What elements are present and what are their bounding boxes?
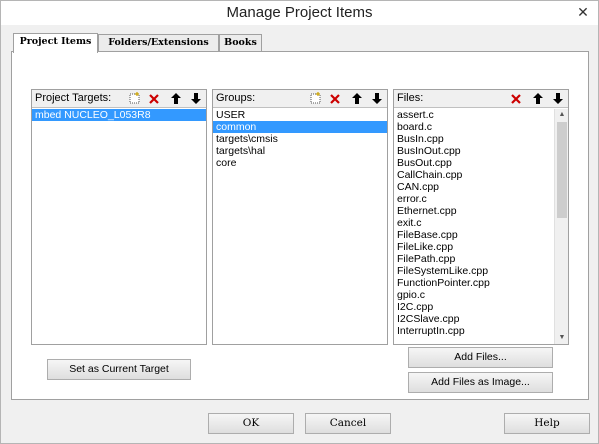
- scroll-down-arrow-icon[interactable]: ▼: [555, 332, 569, 344]
- list-item-label: USER: [216, 109, 246, 121]
- close-icon[interactable]: ✕: [573, 3, 593, 21]
- list-item[interactable]: CallChain.cpp: [394, 169, 554, 181]
- list-item[interactable]: FilePath.cpp: [394, 253, 554, 265]
- list-item-label: gpio.c: [397, 289, 426, 301]
- files-panel: Files: assert.c board.c BusIn.cpp BusInO…: [393, 89, 569, 345]
- files-list: assert.c board.c BusIn.cpp BusInOut.cpp …: [394, 109, 554, 344]
- list-item-label: FileSystemLike.cpp: [397, 265, 489, 277]
- list-item[interactable]: FileBase.cpp: [394, 229, 554, 241]
- move-down-icon[interactable]: [550, 91, 566, 106]
- delete-icon[interactable]: [508, 91, 524, 106]
- list-item-label: BusOut.cpp: [397, 157, 452, 169]
- set-as-current-target-button[interactable]: Set as Current Target: [47, 359, 191, 380]
- list-item[interactable]: targets\hal: [213, 145, 387, 157]
- project-targets-label: Project Targets:: [35, 92, 112, 104]
- title-bar: Manage Project Items ✕: [1, 1, 598, 25]
- list-item[interactable]: BusIn.cpp: [394, 133, 554, 145]
- list-item[interactable]: board.c: [394, 121, 554, 133]
- list-item[interactable]: I2C.cpp: [394, 301, 554, 313]
- list-item[interactable]: mbed NUCLEO_L053R8: [32, 109, 206, 121]
- project-targets-panel: Project Targets: mbed NUCLEO_L053R8: [31, 89, 207, 345]
- list-item-label: BusInOut.cpp: [397, 145, 461, 157]
- move-up-icon[interactable]: [530, 91, 546, 106]
- groups-list: USER common targets\cmsis targets\hal co…: [213, 109, 387, 344]
- project-targets-header: Project Targets:: [32, 90, 206, 108]
- list-item-label: assert.c: [397, 109, 434, 121]
- files-header: Files:: [394, 90, 568, 108]
- list-item-label: CAN.cpp: [397, 181, 440, 193]
- list-item-label: BusIn.cpp: [397, 133, 444, 145]
- delete-icon[interactable]: [327, 91, 343, 106]
- list-item[interactable]: BusInOut.cpp: [394, 145, 554, 157]
- list-item-label: FileBase.cpp: [397, 229, 458, 241]
- tab-label: Project Items: [19, 36, 92, 47]
- groups-header: Groups:: [213, 90, 387, 108]
- list-item-label: exit.c: [397, 217, 422, 229]
- list-item-label: mbed NUCLEO_L053R8: [35, 109, 151, 121]
- scroll-up-arrow-icon[interactable]: ▲: [555, 109, 569, 121]
- list-item[interactable]: InterruptIn.cpp: [394, 325, 554, 337]
- list-item-label: common: [216, 121, 257, 133]
- list-item[interactable]: FileSystemLike.cpp: [394, 265, 554, 277]
- list-item-label: FileLike.cpp: [397, 241, 454, 253]
- list-item[interactable]: targets\cmsis: [213, 133, 387, 145]
- list-item[interactable]: CAN.cpp: [394, 181, 554, 193]
- project-targets-list: mbed NUCLEO_L053R8: [32, 109, 206, 344]
- scrollbar-thumb[interactable]: [557, 122, 567, 218]
- list-item-label: FunctionPointer.cpp: [397, 277, 490, 289]
- move-down-icon[interactable]: [369, 91, 385, 106]
- window-title: Manage Project Items: [226, 4, 373, 21]
- list-item-label: targets\hal: [216, 145, 266, 157]
- list-item-label: error.c: [397, 193, 427, 205]
- list-item-label: Ethernet.cpp: [397, 205, 457, 217]
- list-item[interactable]: assert.c: [394, 109, 554, 121]
- delete-icon[interactable]: [146, 91, 162, 106]
- move-up-icon[interactable]: [168, 91, 184, 106]
- list-item-label: I2CSlave.cpp: [397, 313, 460, 325]
- list-item[interactable]: error.c: [394, 193, 554, 205]
- move-down-icon[interactable]: [188, 91, 204, 106]
- add-files-button[interactable]: Add Files...: [408, 347, 553, 368]
- help-button[interactable]: Help: [504, 413, 590, 434]
- list-item[interactable]: BusOut.cpp: [394, 157, 554, 169]
- tab-books[interactable]: Books: [219, 34, 262, 51]
- list-item-label: I2C.cpp: [397, 301, 434, 313]
- list-item[interactable]: FileLike.cpp: [394, 241, 554, 253]
- tab-project-items[interactable]: Project Items: [13, 33, 98, 53]
- manage-project-items-dialog: Manage Project Items ✕ Project Items Fol…: [0, 0, 599, 444]
- add-files-as-image-button[interactable]: Add Files as Image...: [408, 372, 553, 393]
- list-item[interactable]: core: [213, 157, 387, 169]
- groups-label: Groups:: [216, 92, 256, 104]
- files-label: Files:: [397, 92, 424, 104]
- list-item-label: core: [216, 157, 237, 169]
- list-item-label: board.c: [397, 121, 433, 133]
- files-scrollbar[interactable]: ▲ ▼: [554, 109, 568, 344]
- tab-label: Folders/Extensions: [108, 37, 209, 48]
- list-item[interactable]: common: [213, 121, 387, 133]
- list-item[interactable]: Ethernet.cpp: [394, 205, 554, 217]
- list-item-label: InterruptIn.cpp: [397, 325, 465, 337]
- list-item[interactable]: exit.c: [394, 217, 554, 229]
- list-item-label: CallChain.cpp: [397, 169, 463, 181]
- list-item-label: targets\cmsis: [216, 133, 278, 145]
- ok-button[interactable]: OK: [208, 413, 294, 434]
- list-item[interactable]: USER: [213, 109, 387, 121]
- groups-panel: Groups: USER common targets\cmsis target…: [212, 89, 388, 345]
- tab-label: Books: [224, 37, 257, 48]
- new-item-icon[interactable]: [307, 91, 323, 106]
- move-up-icon[interactable]: [349, 91, 365, 106]
- list-item[interactable]: FunctionPointer.cpp: [394, 277, 554, 289]
- list-item-label: FilePath.cpp: [397, 253, 456, 265]
- new-item-icon[interactable]: [126, 91, 142, 106]
- list-item[interactable]: I2CSlave.cpp: [394, 313, 554, 325]
- cancel-button[interactable]: Cancel: [305, 413, 391, 434]
- list-item[interactable]: gpio.c: [394, 289, 554, 301]
- tab-folders-extensions[interactable]: Folders/Extensions: [98, 34, 219, 51]
